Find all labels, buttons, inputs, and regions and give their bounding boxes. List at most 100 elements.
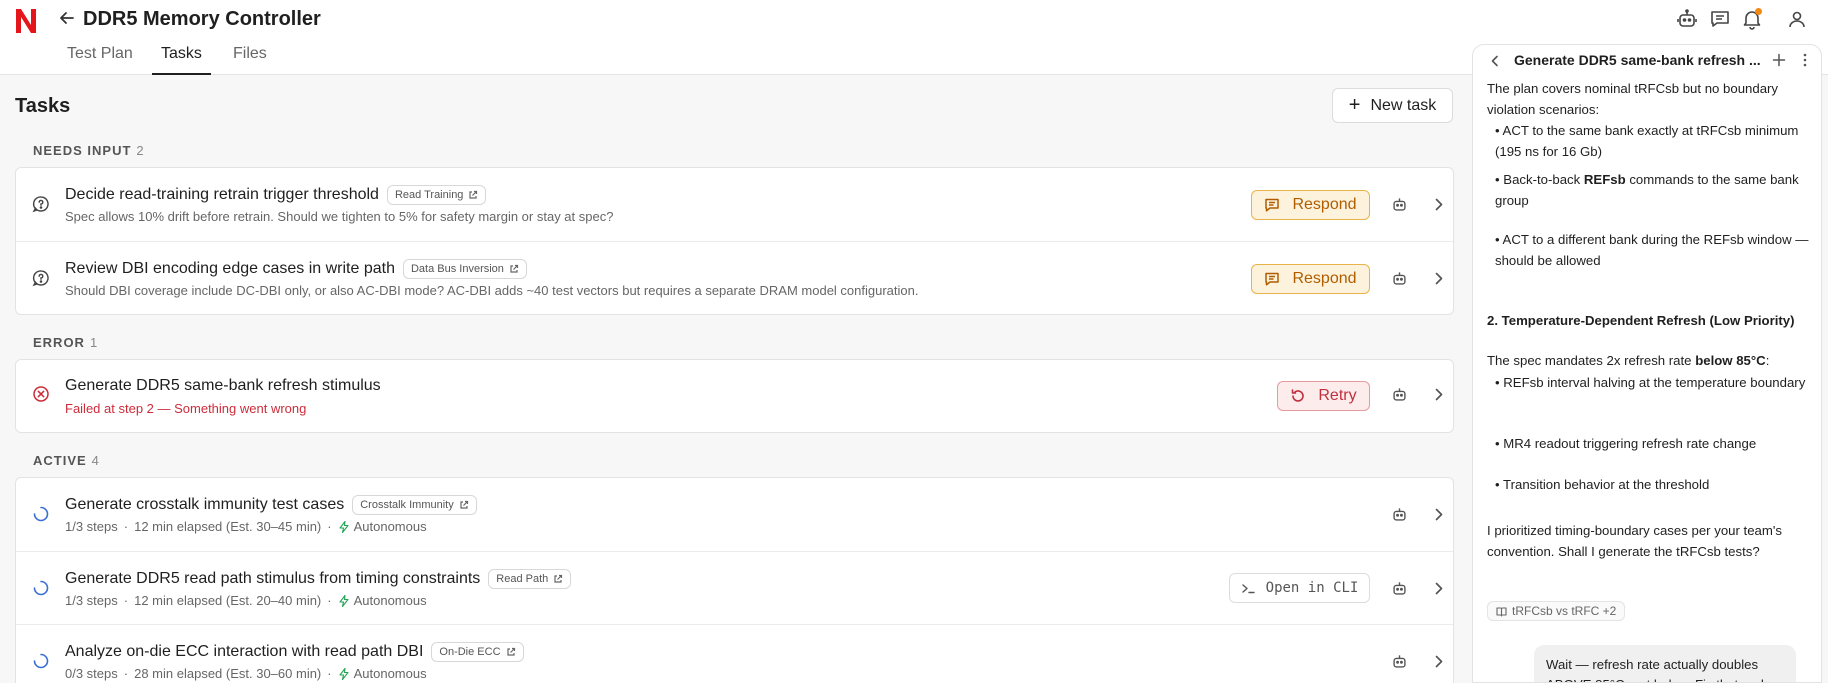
section-count: 2 bbox=[136, 143, 144, 158]
chevron-right-icon[interactable] bbox=[1430, 196, 1447, 213]
task-row[interactable]: Generate DDR5 read path stimulus from ti… bbox=[16, 551, 1453, 624]
retry-button[interactable]: Retry bbox=[1277, 381, 1370, 411]
task-meta: 1/3 steps · 12 min elapsed (Est. 20–40 min… bbox=[65, 593, 427, 608]
new-task-label: New task bbox=[1370, 96, 1437, 114]
spinner-icon bbox=[33, 506, 49, 522]
bot-icon[interactable] bbox=[1391, 270, 1408, 287]
task-title: Generate crosstalk immunity test cases C… bbox=[65, 495, 477, 515]
external-link-icon bbox=[469, 190, 478, 199]
task-tag[interactable]: Read Path bbox=[488, 569, 572, 589]
bot-icon[interactable] bbox=[1391, 506, 1408, 523]
external-link-icon bbox=[460, 500, 468, 509]
chat-paragraph: The plan covers nominal tRFCsb but no bo… bbox=[1487, 81, 1779, 117]
external-link-icon bbox=[510, 264, 519, 273]
task-title: Review DBI encoding edge cases in write … bbox=[65, 259, 527, 279]
task-row[interactable]: Generate DDR5 same-bank refresh stimulus… bbox=[16, 360, 1453, 432]
retry-icon bbox=[1292, 389, 1305, 402]
section-count: 1 bbox=[89, 335, 98, 350]
plus-icon[interactable] bbox=[1771, 52, 1787, 68]
chat-panel: Generate DDR5 same-bank refresh ... The … bbox=[1472, 44, 1822, 683]
needs-input-card: Decide read-training retrain trigger thr… bbox=[15, 167, 1454, 315]
chat-header: Generate DDR5 same-bank refresh ... bbox=[1473, 45, 1821, 77]
task-title: Decide read-training retrain trigger thr… bbox=[65, 185, 487, 205]
external-link-icon bbox=[554, 574, 563, 583]
chat-paragraph: The spec mandates 2x refresh rate below … bbox=[1487, 353, 1770, 368]
task-row[interactable]: Analyze on-die ECC interaction with read… bbox=[16, 624, 1453, 683]
chat-bullet: • Transition behavior at the threshold bbox=[1495, 477, 1710, 492]
spinner-icon bbox=[33, 580, 49, 596]
autonomous-mode: Autonomous bbox=[338, 666, 427, 681]
error-card: Generate DDR5 same-bank refresh stimulus… bbox=[15, 359, 1454, 433]
chevron-right-icon[interactable] bbox=[1430, 580, 1447, 597]
message-icon bbox=[1265, 272, 1280, 286]
bot-icon[interactable] bbox=[1391, 196, 1408, 213]
chat-paragraph: I prioritized timing-boundary cases per … bbox=[1487, 523, 1782, 559]
task-row[interactable]: Generate crosstalk immunity test cases C… bbox=[16, 478, 1453, 551]
respond-button[interactable]: Respond bbox=[1251, 264, 1370, 294]
open-in-cli-button[interactable]: Open in CLI bbox=[1229, 573, 1370, 603]
task-row[interactable]: Decide read-training retrain trigger thr… bbox=[16, 168, 1453, 241]
task-subtitle: Should DBI coverage include DC-DBI only,… bbox=[65, 283, 919, 298]
terminal-icon bbox=[1241, 583, 1255, 593]
section-count: 4 bbox=[91, 453, 99, 468]
active-card: Generate crosstalk immunity test cases C… bbox=[15, 477, 1454, 683]
bot-icon[interactable] bbox=[1391, 580, 1408, 597]
task-meta: 0/3 steps · 28 min elapsed (Est. 30–60 min… bbox=[65, 666, 427, 681]
chat-bullet: • MR4 readout triggering refresh rate ch… bbox=[1495, 436, 1757, 451]
chevron-right-icon[interactable] bbox=[1430, 506, 1447, 523]
task-subtitle: Spec allows 10% drift before retrain. Sh… bbox=[65, 209, 614, 224]
section-active: ACTIVE 4 bbox=[33, 453, 99, 468]
spinner-icon bbox=[33, 653, 49, 669]
chat-bullet: • ACT to a different bank during the REF… bbox=[1495, 232, 1809, 268]
lightning-icon bbox=[339, 520, 349, 533]
chat-icon[interactable] bbox=[1709, 8, 1731, 30]
tab-files[interactable]: Files bbox=[233, 45, 267, 75]
chat-title: Generate DDR5 same-bank refresh ... bbox=[1514, 52, 1761, 68]
bot-icon[interactable] bbox=[1676, 8, 1698, 30]
task-meta: 1/3 steps · 12 min elapsed (Est. 30–45 min… bbox=[65, 519, 427, 534]
question-bubble-icon bbox=[32, 196, 49, 213]
task-tag[interactable]: Read Training bbox=[386, 185, 487, 205]
source-chip[interactable]: tRFCsb vs tRFC +2 bbox=[1487, 601, 1626, 621]
chevron-left-icon[interactable] bbox=[1488, 54, 1502, 68]
tab-tasks[interactable]: Tasks bbox=[152, 45, 211, 75]
tasks-heading: Tasks bbox=[15, 95, 71, 117]
tasks-panel: Tasks + New task NEEDS INPUT 2 Decide rea… bbox=[0, 76, 1470, 683]
chevron-right-icon[interactable] bbox=[1430, 270, 1447, 287]
chat-bullet: • Back-to-back REFsb commands to the sam… bbox=[1495, 172, 1799, 208]
header-icons bbox=[0, 8, 1828, 30]
question-bubble-icon bbox=[32, 270, 49, 287]
error-circle-icon bbox=[33, 386, 49, 402]
task-title: Analyze on-die ECC interaction with read… bbox=[65, 642, 524, 662]
notification-badge bbox=[1755, 8, 1762, 15]
task-tag[interactable]: Crosstalk Immunity bbox=[352, 495, 477, 515]
notifications[interactable] bbox=[1741, 8, 1763, 30]
section-needs-input: NEEDS INPUT 2 bbox=[33, 143, 144, 158]
autonomous-mode: Autonomous bbox=[338, 593, 427, 608]
bot-icon[interactable] bbox=[1391, 653, 1408, 670]
bot-icon[interactable] bbox=[1391, 386, 1408, 403]
task-error-message: Failed at step 2 — Something went wrong bbox=[65, 401, 307, 416]
task-tag[interactable]: On-Die ECC bbox=[431, 642, 524, 662]
book-icon bbox=[1496, 606, 1507, 617]
chevron-right-icon[interactable] bbox=[1430, 386, 1447, 403]
chat-bullet: • REFsb interval halving at the temperat… bbox=[1495, 375, 1806, 390]
lightning-icon bbox=[339, 667, 349, 680]
more-vertical-icon[interactable] bbox=[1797, 52, 1813, 68]
user-icon[interactable] bbox=[1786, 8, 1808, 30]
new-task-button[interactable]: + New task bbox=[1332, 88, 1453, 123]
chat-heading: 2. Temperature-Dependent Refresh (Low Pr… bbox=[1487, 313, 1795, 328]
chevron-right-icon[interactable] bbox=[1430, 653, 1447, 670]
task-title: Generate DDR5 read path stimulus from ti… bbox=[65, 569, 572, 589]
tab-test-plan[interactable]: Test Plan bbox=[67, 45, 133, 75]
plus-icon: + bbox=[1348, 93, 1361, 116]
lightning-icon bbox=[339, 594, 349, 607]
autonomous-mode: Autonomous bbox=[338, 519, 427, 534]
task-row[interactable]: Review DBI encoding edge cases in write … bbox=[16, 241, 1453, 314]
message-icon bbox=[1265, 198, 1280, 212]
section-error: ERROR 1 bbox=[33, 335, 98, 350]
task-tag[interactable]: Data Bus Inversion bbox=[402, 259, 527, 279]
external-link-icon bbox=[506, 647, 515, 656]
respond-button[interactable]: Respond bbox=[1251, 190, 1370, 220]
chat-bullet: • ACT to the same bank exactly at tRFCsb… bbox=[1495, 123, 1799, 159]
